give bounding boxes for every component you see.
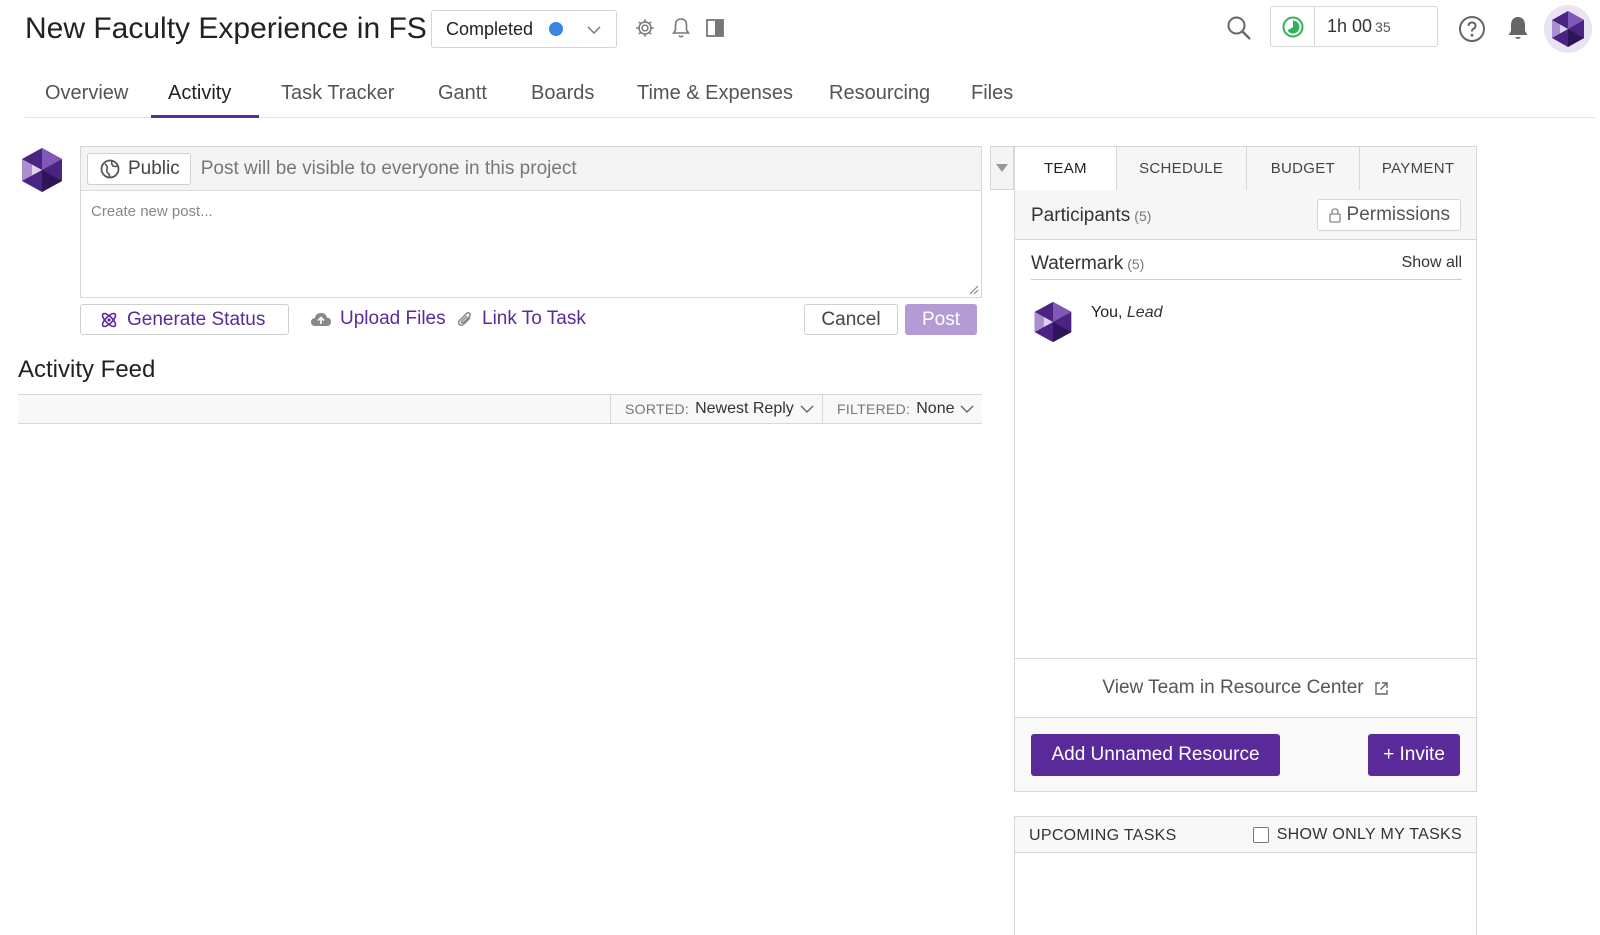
post-button[interactable]: Post [905, 304, 977, 335]
chevron-down-icon [800, 405, 814, 413]
visibility-button[interactable]: Public [87, 152, 191, 185]
notifications-bell-icon[interactable] [1506, 15, 1530, 47]
filter-value: None [916, 400, 955, 417]
view-team-link[interactable]: View Team in Resource Center [1015, 658, 1476, 718]
show-only-my-tasks-toggle[interactable]: SHOW ONLY MY TASKS [1252, 826, 1462, 844]
external-link-icon [1374, 681, 1388, 695]
tab-overview[interactable]: Overview [45, 82, 128, 105]
link-to-task-label: Link To Task [482, 308, 586, 329]
group-row: Watermark (5) Show all [1031, 250, 1462, 280]
side-panel-icon[interactable] [704, 17, 726, 39]
upload-files-label: Upload Files [340, 308, 446, 329]
sort-value: Newest Reply [695, 400, 794, 417]
cancel-button[interactable]: Cancel [804, 304, 898, 335]
participants-row: Participants (5) Permissions [1015, 190, 1476, 240]
status-dropdown[interactable]: Completed [431, 10, 617, 48]
sort-dropdown[interactable]: SORTED: Newest Reply [610, 395, 814, 423]
timer-toggle[interactable] [1271, 7, 1315, 46]
project-tabs: Overview Activity Task Tracker Gantt Boa… [25, 70, 1595, 118]
group-heading: Watermark (5) [1031, 253, 1144, 275]
member-name-text: You, [1091, 304, 1123, 321]
upload-files-link[interactable]: Upload Files [310, 308, 446, 330]
bell-outline-icon[interactable] [670, 17, 692, 39]
chevron-down-icon [960, 405, 974, 413]
group-label: Watermark [1031, 253, 1124, 274]
filter-label: FILTERED: [837, 401, 911, 417]
composer-avatar [18, 146, 66, 194]
upcoming-tasks-panel: UPCOMING TASKS SHOW ONLY MY TASKS [1014, 816, 1477, 935]
show-only-my-tasks-label: SHOW ONLY MY TASKS [1276, 826, 1462, 843]
tab-boards[interactable]: Boards [531, 82, 594, 105]
atom-icon [101, 312, 117, 327]
paperclip-icon [457, 312, 471, 327]
help-icon[interactable] [1458, 15, 1486, 48]
permissions-button[interactable]: Permissions [1316, 199, 1461, 231]
post-composer: Public Post will be visible to everyone … [80, 146, 982, 298]
active-tab-indicator [151, 115, 259, 118]
globe-icon [100, 159, 120, 178]
upcoming-tasks-header: UPCOMING TASKS SHOW ONLY MY TASKS [1015, 817, 1476, 853]
tab-files[interactable]: Files [971, 82, 1013, 105]
status-dot [549, 22, 564, 36]
caret-down-icon [996, 164, 1008, 172]
invite-button[interactable]: + Invite [1368, 734, 1460, 776]
activity-feed-title: Activity Feed [18, 356, 156, 383]
resize-handle-icon[interactable] [967, 283, 979, 295]
chevron-down-icon [587, 26, 601, 35]
project-title: New Faculty Experience in FS [25, 12, 427, 45]
visibility-label: Public [128, 157, 180, 179]
participants-label: Participants [1031, 205, 1131, 226]
member-role: Lead [1126, 304, 1163, 321]
search-icon[interactable] [1226, 15, 1252, 46]
show-only-my-tasks-checkbox[interactable] [1252, 827, 1269, 843]
sort-label: SORTED: [625, 401, 690, 417]
visibility-hint: Post will be visible to everyone in this… [200, 157, 577, 179]
group-count: (5) [1127, 256, 1145, 272]
link-to-task-link[interactable]: Link To Task [456, 308, 586, 330]
timer-running-icon [1282, 16, 1303, 37]
time-tracker[interactable]: 1h 00 35 [1270, 6, 1438, 47]
project-header: New Faculty Experience in FS Completed 1… [0, 0, 1600, 60]
team-actions: Add Unnamed Resource + Invite [1015, 718, 1476, 791]
cloud-upload-icon [311, 313, 331, 326]
permissions-label: Permissions [1346, 204, 1450, 225]
filter-dropdown[interactable]: FILTERED: None [822, 395, 974, 423]
gear-icon[interactable] [634, 17, 656, 39]
tab-activity[interactable]: Activity [168, 82, 231, 105]
timer-seconds: 35 [1375, 19, 1391, 35]
timer-display: 1h 00 35 [1315, 16, 1391, 37]
tab-gantt[interactable]: Gantt [438, 82, 487, 105]
generate-status-label: Generate Status [127, 308, 266, 330]
tab-team[interactable]: TEAM [1014, 147, 1116, 191]
show-all-link[interactable]: Show all [1402, 254, 1462, 272]
view-team-label: View Team in Resource Center [1102, 677, 1364, 698]
team-member[interactable]: You, Lead [1031, 300, 1163, 344]
upcoming-tasks-title: UPCOMING TASKS [1029, 827, 1177, 844]
member-avatar [1031, 300, 1075, 344]
collapse-panel-toggle[interactable] [990, 146, 1014, 190]
add-unnamed-resource-button[interactable]: Add Unnamed Resource [1031, 734, 1280, 776]
member-name: You, Lead [1091, 304, 1163, 344]
post-textarea[interactable]: Create new post... [81, 191, 981, 232]
timer-hours-minutes: 1h 00 [1327, 16, 1373, 36]
lock-icon [1328, 208, 1341, 223]
participants-heading: Participants (5) [1031, 205, 1151, 227]
tab-task-tracker[interactable]: Task Tracker [281, 82, 394, 105]
composer-actions: Generate Status Upload Files Link To Tas… [80, 304, 982, 336]
user-avatar[interactable] [1544, 5, 1592, 53]
feed-toolbar: SORTED: Newest Reply FILTERED: None [18, 394, 982, 424]
visibility-bar: Public Post will be visible to everyone … [81, 147, 981, 191]
tab-payment[interactable]: PAYMENT [1359, 147, 1476, 191]
tab-resourcing[interactable]: Resourcing [829, 82, 930, 105]
team-panel: Participants (5) Permissions Watermark (5)… [1014, 190, 1477, 792]
generate-status-button[interactable]: Generate Status [80, 304, 289, 335]
tab-time-expenses[interactable]: Time & Expenses [637, 82, 793, 105]
participants-count: (5) [1134, 208, 1152, 224]
tab-schedule[interactable]: SCHEDULE [1115, 147, 1246, 191]
status-label: Completed [446, 18, 534, 39]
tab-budget[interactable]: BUDGET [1245, 147, 1360, 191]
right-panel-tabs: TEAM SCHEDULE BUDGET PAYMENT [1014, 146, 1477, 191]
